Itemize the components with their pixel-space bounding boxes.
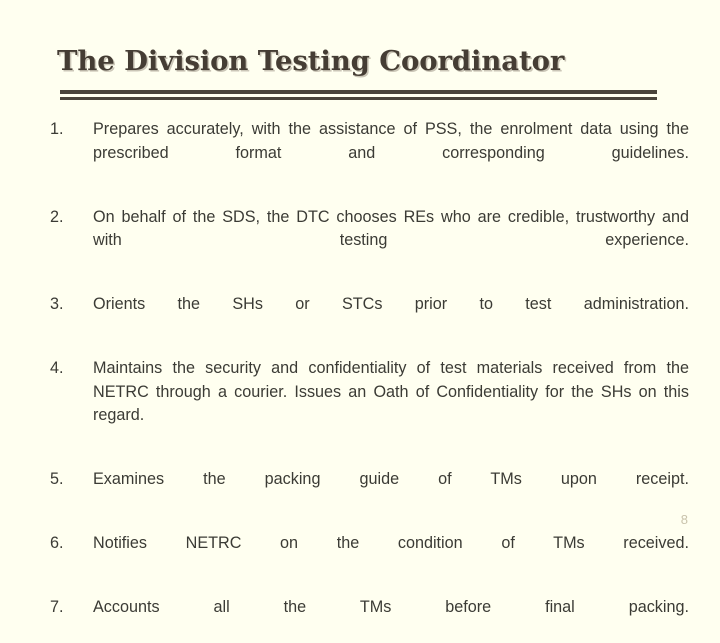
list-item: 1. Prepares accurately, with the assista… <box>44 118 689 189</box>
responsibilities-list: 1. Prepares accurately, with the assista… <box>44 118 689 643</box>
page-title: The Division Testing Coordinator <box>57 45 565 77</box>
list-item-text: Examines the packing guide of TMs upon r… <box>93 470 689 488</box>
title-block: The Division Testing Coordinator <box>57 44 677 88</box>
list-item: 4. Maintains the security and confidenti… <box>44 357 689 451</box>
list-item: 7. Accounts all the TMs before final pac… <box>44 596 689 643</box>
list-item: 3. Orients the SHs or STCs prior to test… <box>44 293 689 340</box>
list-item-number: 7. <box>50 598 64 616</box>
list-item-number: 2. <box>50 207 64 226</box>
list-item-text: Notifies NETRC on the condition of TMs r… <box>93 534 689 552</box>
list-item-text: Prepares accurately, with the assistance… <box>93 120 689 162</box>
slide-canvas: The Division Testing Coordinator 1. Prep… <box>0 0 720 616</box>
list-item-number: 1. <box>50 120 64 138</box>
list-item-number: 5. <box>50 470 64 488</box>
title-divider-thick <box>60 90 657 94</box>
page-number: 8 <box>680 512 688 527</box>
list-item-number: 6. <box>50 534 64 552</box>
title-divider-thin <box>60 97 657 100</box>
list-item-text: Maintains the security and confidentiali… <box>93 359 689 424</box>
list-item-text: Orients the SHs or STCs prior to test ad… <box>93 295 689 313</box>
list-item: 6. Notifies NETRC on the condition of TM… <box>44 532 689 579</box>
list-item-text: Accounts all the TMs before final packin… <box>93 598 689 616</box>
list-item: 5. Examines the packing guide of TMs upo… <box>44 468 689 515</box>
list-item-number: 4. <box>50 359 64 377</box>
list-item-text: On behalf of the SDS, the DTC chooses RE… <box>93 207 689 250</box>
list-item: 2. On behalf of the SDS, the DTC chooses… <box>44 206 689 277</box>
list-item-number: 3. <box>50 295 64 313</box>
